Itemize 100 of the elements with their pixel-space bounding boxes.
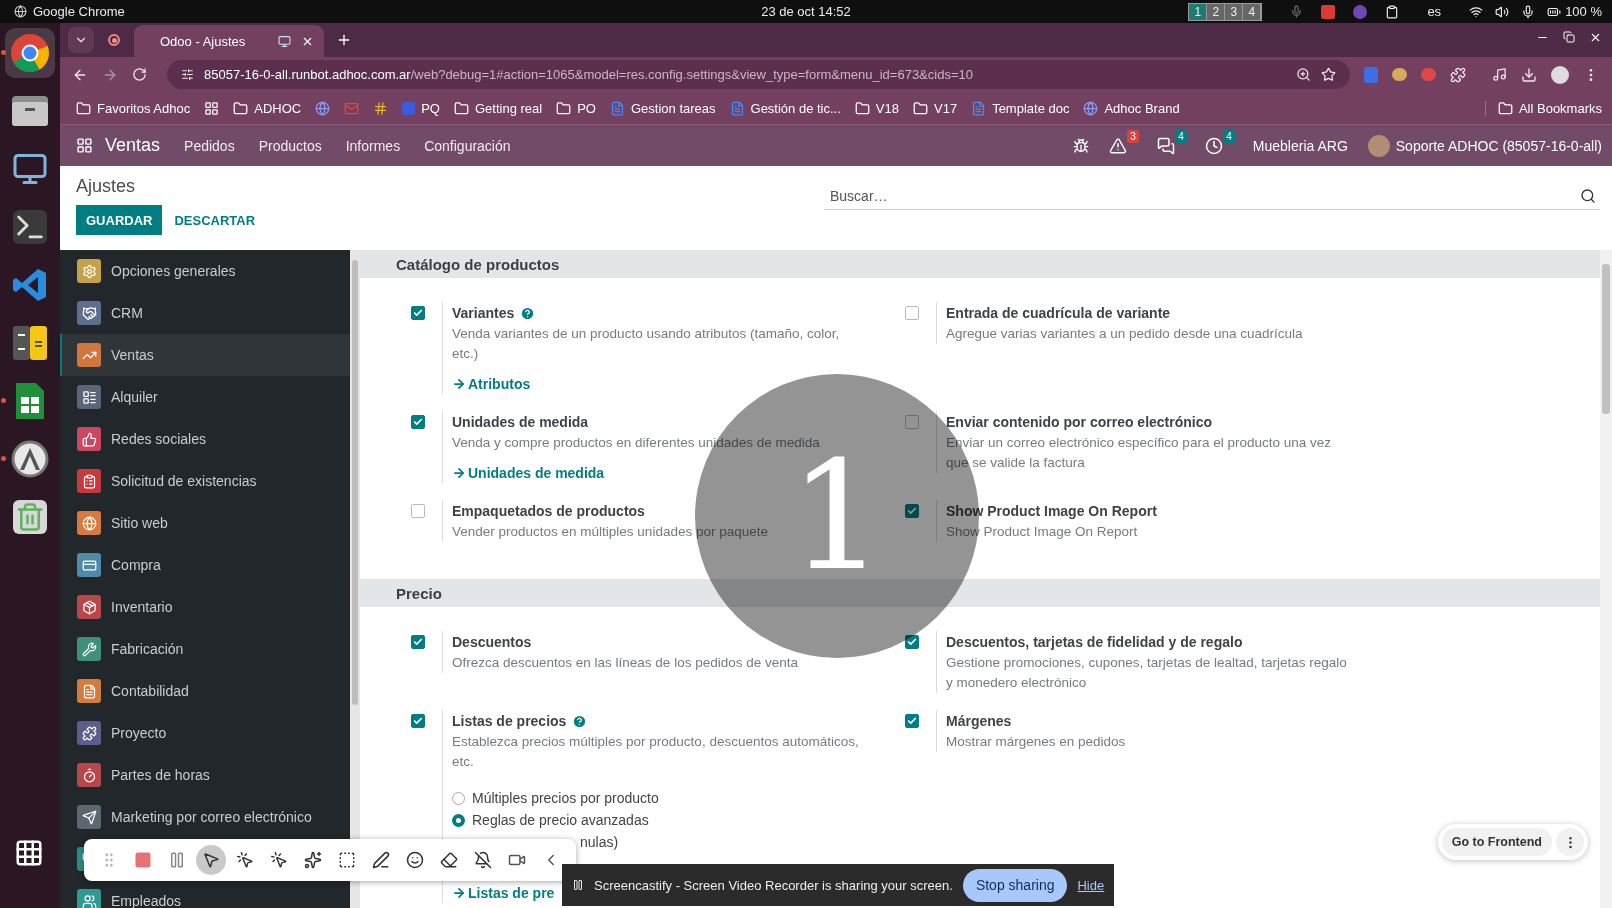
address-bar[interactable]: 85057-16-0-all.runbot.adhoc.com.ar/web?debug=1#action=1065&model=res.config.settings&view_type=form&menu_id=673&cids=10 [167,60,1350,89]
app-grid-icon[interactable] [14,838,44,868]
checkbox[interactable] [905,415,919,429]
app-title[interactable]: Ventas [105,135,161,156]
folder-icon[interactable] [1497,100,1513,116]
download-icon[interactable] [1521,66,1537,83]
clipboard-icon[interactable] [1385,4,1400,19]
sidebar-item[interactable]: Empleados [60,880,350,908]
workspace-indicator[interactable]: 4 [1243,3,1262,20]
all-bookmarks[interactable]: All Bookmarks [1518,100,1602,116]
hide-link[interactable]: Hide [1077,877,1105,893]
bookmark[interactable]: ADHOC [233,100,302,116]
checkbox[interactable] [411,306,425,320]
apps-icon[interactable] [204,100,220,116]
workspace-indicator[interactable]: 3 [1225,3,1244,20]
sidebar-item[interactable]: Alquiler [60,376,350,418]
discard-button[interactable]: DESCARTAR [166,205,264,235]
tab-search-button[interactable] [68,27,94,53]
checkbox[interactable] [411,714,425,728]
scrollbar[interactable] [350,250,360,908]
clock[interactable]: 23 de oct 14:52 [761,4,851,19]
bookmark[interactable]: Getting real [453,100,543,116]
radio-option[interactable]: Múltiples precios por producto [452,787,659,809]
restore-icon[interactable] [1563,31,1575,44]
user-name[interactable]: Soporte ADHOC (85057-16-0-all) [1395,137,1602,154]
chat-icon[interactable] [1156,136,1175,155]
sidebar-item[interactable]: Inventario [60,586,350,628]
search-field[interactable]: Buscar… [828,186,1574,205]
volume-icon[interactable] [1495,4,1510,19]
bookmark[interactable]: Adhoc Brand [1083,100,1180,116]
company-name[interactable]: Muebleria ARG [1252,137,1348,154]
bookmark[interactable]: V17 [913,100,958,116]
settings-link[interactable]: Atributos [452,374,531,394]
checkbox[interactable] [905,714,919,728]
pointer-tool-icon[interactable] [196,845,226,875]
sidebar-item[interactable]: Ventas [60,334,350,376]
help-icon[interactable] [520,305,536,321]
profile-avatar[interactable] [1551,65,1569,84]
settings-link[interactable]: Unidades de medida [452,463,605,483]
sidebar-item[interactable]: Solicitud de existencias [60,460,350,502]
site-settings-icon[interactable] [181,68,194,81]
bug-icon[interactable] [1072,137,1089,154]
bookmark[interactable]: PQ [402,100,440,116]
menu-item[interactable]: Configuración [424,137,511,154]
search-icon[interactable] [1580,187,1596,204]
warning-icon[interactable] [1108,136,1127,155]
checkbox[interactable] [411,635,425,649]
setting-description: Venda variantes de un producto usando atributos (tamaño, color, etc.) [452,325,841,363]
stop-sharing-button[interactable]: Stop sharing [962,868,1068,902]
language-indicator[interactable]: es [1427,4,1442,19]
checkbox[interactable] [905,635,919,649]
sidebar-item[interactable]: Contabilidad [60,670,350,712]
radio-option[interactable]: Reglas de precio avanzadas [452,809,649,831]
sidebar-item[interactable]: Sitio web [60,502,350,544]
puzzle-icon[interactable] [1450,66,1466,83]
checkbox[interactable] [411,415,425,429]
sidebar-item[interactable]: Opciones generales [60,250,350,292]
checkbox[interactable] [411,504,425,518]
new-tab-icon[interactable] [336,32,352,48]
go-to-frontend-button[interactable]: Go to Frontend [1441,828,1552,856]
menu-item[interactable]: Informes [345,137,401,154]
sidebar-item[interactable]: Redes sociales [60,418,350,460]
sidebar-item[interactable]: Partes de horas [60,754,350,796]
media-icon[interactable] [1492,67,1507,82]
bookmark[interactable]: PO [556,100,596,116]
workspace-indicator[interactable]: 1 [1189,3,1208,20]
sidebar-item[interactable]: Compra [60,544,350,586]
help-icon[interactable] [572,713,588,729]
sidebar-item[interactable]: Proyecto [60,712,350,754]
app-name[interactable]: Google Chrome [33,4,125,19]
checkbox[interactable] [905,306,919,320]
battery-level[interactable]: 100 % [1565,4,1602,19]
recorder-icon[interactable] [1321,4,1336,19]
scrollbar[interactable] [1600,250,1612,908]
settings-link[interactable]: Listas de pre [452,883,555,903]
menu-item[interactable]: Productos [258,137,322,154]
save-button[interactable]: GUARDAR [76,205,163,235]
more-icon[interactable] [1556,828,1584,856]
bookmark-star-icon[interactable] [1321,67,1336,82]
wifi-icon[interactable] [1469,4,1484,19]
app-indicator-icon[interactable] [1353,4,1368,19]
menu-item[interactable]: Pedidos [184,137,235,154]
clock-icon[interactable] [1204,136,1223,155]
sidebar-item[interactable]: Marketing por correo electrónico [60,796,350,838]
sidebar-item[interactable]: Fabricación [60,628,350,670]
workspace-indicator[interactable]: 2 [1207,3,1226,20]
extension-icon[interactable] [1392,68,1407,81]
checkbox[interactable] [905,504,919,518]
bookmark[interactable]: Favoritos Adhoc [76,100,191,116]
close-icon[interactable] [1589,31,1602,44]
bookmark[interactable]: Gestion tareas [609,100,716,116]
bookmark[interactable]: V18 [854,100,899,116]
sidebar-item[interactable]: CRM [60,292,350,334]
app-menu-icon[interactable] [76,137,93,154]
microphone-icon[interactable] [1521,4,1536,19]
reload-icon[interactable] [132,67,147,82]
bookmark[interactable]: Template doc [971,100,1070,116]
browser-tab[interactable]: Odoo - Ajustes [134,25,324,57]
zoom-icon[interactable] [1296,67,1311,82]
bookmark[interactable]: Gestión de tic... [729,100,841,116]
